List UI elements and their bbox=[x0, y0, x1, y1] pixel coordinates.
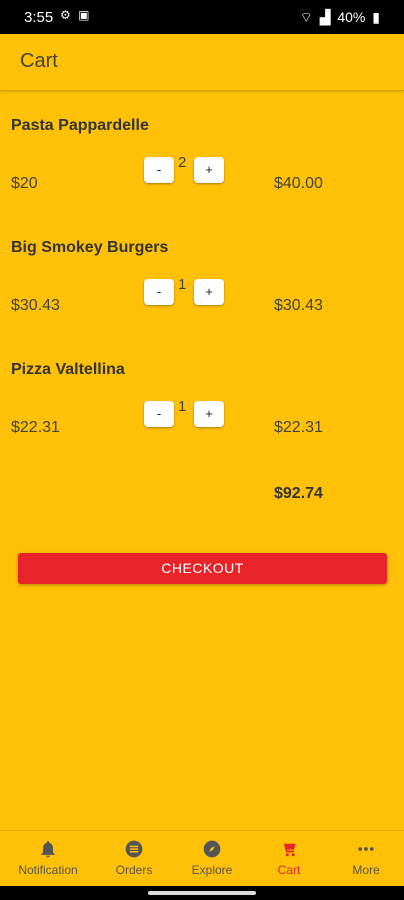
nav-label: Orders bbox=[115, 863, 153, 877]
more-icon bbox=[358, 847, 374, 851]
home-indicator[interactable] bbox=[148, 891, 256, 895]
compass-icon bbox=[203, 840, 221, 858]
orders-icon bbox=[125, 840, 143, 858]
increase-quantity-button[interactable]: + bbox=[194, 157, 224, 183]
notification-icon: ⚙ bbox=[60, 8, 73, 22]
status-bar: 3:55 ⚙ ▣ ⌔ ▟ 40% ▮ bbox=[0, 0, 404, 34]
bottom-navigation: Notification Orders Explore Cart More bbox=[0, 830, 404, 887]
bell-icon bbox=[41, 841, 55, 858]
decrease-quantity-button[interactable]: - bbox=[144, 157, 174, 183]
item-unit-price: $22.31 bbox=[11, 419, 60, 436]
app-bar: Cart bbox=[0, 34, 404, 91]
nav-item-orders[interactable]: Orders bbox=[94, 831, 174, 887]
cart-total: $92.74 bbox=[274, 485, 323, 502]
nav-label: Notification bbox=[18, 863, 78, 877]
nav-item-notification[interactable]: Notification bbox=[8, 831, 88, 887]
nav-item-cart[interactable]: Cart bbox=[249, 831, 329, 887]
decrease-quantity-button[interactable]: - bbox=[144, 279, 174, 305]
page-title: Cart bbox=[20, 50, 58, 72]
battery-percent: 40% bbox=[337, 9, 366, 25]
item-line-total: $22.31 bbox=[274, 419, 323, 436]
item-unit-price: $30.43 bbox=[11, 297, 60, 314]
cart-item: Big Smokey Burgers $30.43 - 1 + $30.43 bbox=[0, 239, 404, 349]
decrease-quantity-button[interactable]: - bbox=[144, 401, 174, 427]
nav-label: Cart bbox=[277, 863, 301, 877]
item-name: Pasta Pappardelle bbox=[11, 117, 149, 134]
checkout-button[interactable]: CHECKOUT bbox=[18, 553, 387, 584]
nav-label: More bbox=[352, 863, 380, 877]
status-time: 3:55 bbox=[24, 9, 54, 26]
battery-icon: ▮ bbox=[372, 9, 380, 25]
nav-label: Explore bbox=[191, 863, 233, 877]
signal-icon: ▟ bbox=[319, 9, 331, 25]
wifi-icon: ⌔ bbox=[299, 9, 313, 25]
nav-item-explore[interactable]: Explore bbox=[172, 831, 252, 887]
item-quantity: 1 bbox=[178, 398, 187, 415]
item-unit-price: $20 bbox=[11, 175, 38, 192]
item-name: Pizza Valtellina bbox=[11, 361, 125, 378]
nav-item-more[interactable]: More bbox=[326, 831, 404, 887]
cart-item: Pasta Pappardelle $20 - 2 + $40.00 bbox=[0, 117, 404, 227]
cart-icon bbox=[281, 842, 296, 857]
cart-item: Pizza Valtellina $22.31 - 1 + $22.31 bbox=[0, 361, 404, 471]
gallery-icon: ▣ bbox=[78, 8, 92, 22]
gesture-bar bbox=[0, 886, 404, 900]
item-line-total: $30.43 bbox=[274, 297, 323, 314]
item-quantity: 1 bbox=[178, 276, 187, 293]
item-name: Big Smokey Burgers bbox=[11, 239, 169, 256]
item-line-total: $40.00 bbox=[274, 175, 323, 192]
increase-quantity-button[interactable]: + bbox=[194, 279, 224, 305]
increase-quantity-button[interactable]: + bbox=[194, 401, 224, 427]
item-quantity: 2 bbox=[178, 154, 187, 171]
